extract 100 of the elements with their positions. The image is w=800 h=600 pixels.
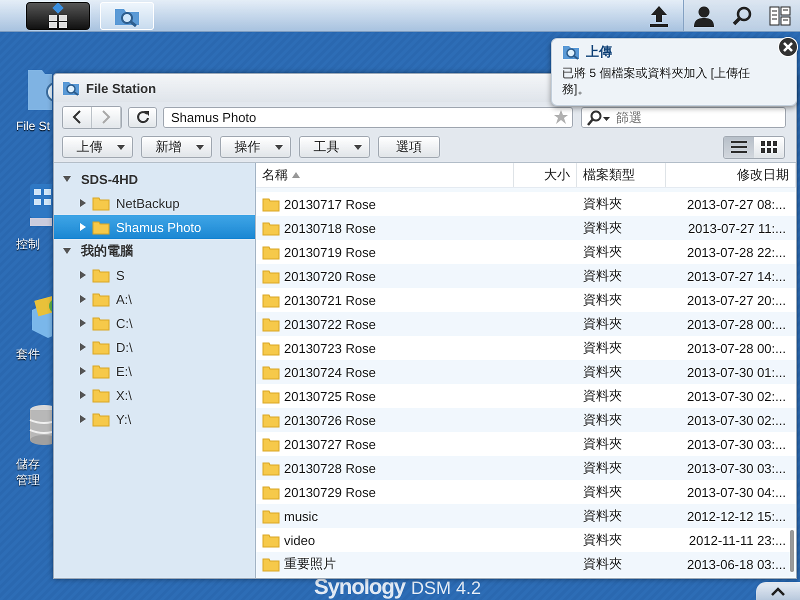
collapsed-arrow-icon[interactable] bbox=[80, 367, 86, 375]
tree-root-item[interactable]: SDS-4HD bbox=[54, 167, 255, 191]
toolbar-button[interactable]: 上傳 bbox=[62, 136, 133, 158]
file-search-icon bbox=[562, 44, 580, 60]
file-type: 資料夾 bbox=[583, 411, 622, 429]
folder-icon bbox=[262, 436, 280, 452]
collapsed-arrow-icon[interactable] bbox=[80, 223, 86, 231]
folder-icon bbox=[262, 460, 280, 476]
expanded-arrow-icon[interactable] bbox=[63, 247, 71, 255]
collapsed-arrow-icon[interactable] bbox=[80, 319, 86, 327]
folder-icon bbox=[92, 316, 110, 330]
collapsed-arrow-icon[interactable] bbox=[80, 415, 86, 423]
modified-date: 2013-07-30 02:... bbox=[686, 412, 786, 428]
collapsed-arrow-icon[interactable] bbox=[80, 343, 86, 351]
tree-folder-item[interactable]: NetBackup bbox=[54, 191, 255, 215]
collapsed-arrow-icon[interactable] bbox=[80, 271, 86, 279]
folder-icon bbox=[92, 364, 110, 378]
grid-view-button[interactable] bbox=[754, 136, 784, 158]
file-station-task-button[interactable] bbox=[100, 2, 154, 30]
toolbar-button[interactable]: 工具 bbox=[299, 136, 370, 158]
folder-icon bbox=[262, 484, 280, 500]
folder-icon bbox=[262, 340, 280, 356]
folder-icon bbox=[262, 292, 280, 308]
folder-icon bbox=[262, 508, 280, 524]
file-row[interactable]: 20130719 Rose 資料夾 2013-07-28 22:... bbox=[256, 240, 796, 264]
desktop-icon-label: 管理 bbox=[16, 472, 40, 488]
toolbar-button[interactable]: 新增 bbox=[141, 136, 212, 158]
file-name: 20130719 Rose bbox=[284, 244, 376, 260]
modified-date: 2013-07-30 01:... bbox=[686, 364, 786, 380]
file-name: 20130725 Rose bbox=[284, 388, 376, 404]
file-name: 20130721 Rose bbox=[284, 292, 376, 308]
star-icon[interactable] bbox=[553, 109, 569, 125]
tree-root-item[interactable]: 我的電腦 bbox=[54, 239, 255, 263]
window-title: File Station bbox=[86, 80, 156, 96]
folder-icon bbox=[262, 244, 280, 260]
modified-date: 2012-11-11 23:... bbox=[688, 532, 786, 548]
file-name: music bbox=[284, 508, 318, 524]
widgets-icon[interactable] bbox=[769, 6, 792, 26]
tree-folder-item[interactable]: E:\ bbox=[54, 359, 255, 383]
toolbar-button[interactable]: 選項 bbox=[378, 136, 440, 158]
list-view-button[interactable] bbox=[724, 136, 754, 158]
file-row[interactable]: 20130721 Rose 資料夾 2013-07-27 20:... bbox=[256, 288, 796, 312]
column-header[interactable]: 修改日期 bbox=[666, 163, 796, 187]
folder-icon bbox=[92, 196, 110, 210]
collapsed-arrow-icon[interactable] bbox=[80, 391, 86, 399]
toolbar-button[interactable]: 操作 bbox=[220, 136, 291, 158]
tree-folder-item[interactable]: A:\ bbox=[54, 287, 255, 311]
refresh-button[interactable] bbox=[128, 106, 157, 128]
file-type: 資料夾 bbox=[583, 459, 622, 477]
search-icon[interactable] bbox=[732, 6, 752, 26]
file-name: 20130718 Rose bbox=[284, 220, 376, 236]
column-header[interactable]: 名稱 bbox=[256, 163, 514, 187]
file-search-icon bbox=[62, 80, 80, 96]
scroll-up-button[interactable] bbox=[756, 582, 800, 600]
grid-icon bbox=[761, 141, 777, 153]
scrollbar-thumb[interactable] bbox=[790, 530, 794, 572]
user-icon[interactable] bbox=[692, 4, 715, 26]
path-field[interactable]: Shamus Photo bbox=[163, 106, 573, 128]
folder-icon bbox=[262, 196, 280, 212]
back-button[interactable] bbox=[63, 106, 92, 128]
brand-logo: Synology bbox=[314, 574, 406, 600]
file-row[interactable]: 20130717 Rose 資料夾 2013-07-27 08:... bbox=[256, 192, 796, 216]
file-type: 資料夾 bbox=[583, 195, 622, 213]
main-menu-button[interactable] bbox=[26, 2, 90, 30]
file-row[interactable]: 20130727 Rose 資料夾 2013-07-30 03:... bbox=[256, 432, 796, 456]
close-icon[interactable] bbox=[778, 37, 798, 57]
modified-date: 2013-07-30 03:... bbox=[686, 436, 786, 452]
file-type: 資料夾 bbox=[583, 483, 622, 501]
folder-icon bbox=[262, 364, 280, 380]
file-row[interactable]: 20130725 Rose 資料夾 2013-07-30 02:... bbox=[256, 384, 796, 408]
file-type: 資料夾 bbox=[583, 555, 622, 573]
folder-icon bbox=[92, 388, 110, 402]
file-row[interactable]: 20130729 Rose 資料夾 2013-07-30 04:... bbox=[256, 480, 796, 504]
notification-title: 上傳 bbox=[586, 43, 612, 61]
expanded-arrow-icon[interactable] bbox=[63, 175, 71, 183]
tree-folder-item[interactable]: Y:\ bbox=[54, 407, 255, 431]
tree-folder-item[interactable]: S bbox=[54, 263, 255, 287]
file-row[interactable]: video 資料夾 2012-11-11 23:... bbox=[256, 528, 796, 552]
file-name: 20130720 Rose bbox=[284, 268, 376, 284]
column-header[interactable]: 大小 bbox=[514, 163, 577, 187]
file-row[interactable]: 20130723 Rose 資料夾 2013-07-28 00:... bbox=[256, 336, 796, 360]
folder-icon bbox=[92, 412, 110, 426]
collapsed-arrow-icon[interactable] bbox=[80, 295, 86, 303]
file-type: 資料夾 bbox=[583, 243, 622, 261]
desktop-icon-label: File St bbox=[16, 118, 50, 134]
tree-folder-item[interactable]: D:\ bbox=[54, 335, 255, 359]
file-type: 資料夾 bbox=[583, 219, 622, 237]
collapsed-arrow-icon[interactable] bbox=[80, 199, 86, 207]
tree-folder-item[interactable]: X:\ bbox=[54, 383, 255, 407]
folder-icon bbox=[262, 316, 280, 332]
file-name: 重要照片 bbox=[284, 555, 336, 573]
filter-field[interactable]: 篩選 bbox=[581, 106, 786, 128]
upload-icon[interactable] bbox=[649, 4, 669, 26]
desktop-icon-label: 套件 bbox=[16, 346, 40, 362]
modified-date: 2013-07-30 03:... bbox=[686, 460, 786, 476]
tree-folder-item[interactable]: C:\ bbox=[54, 311, 255, 335]
modified-date: 2013-07-28 00:... bbox=[686, 340, 786, 356]
column-header[interactable]: 檔案類型 bbox=[577, 163, 666, 187]
modified-date: 2013-07-30 04:... bbox=[686, 484, 786, 500]
search-dropdown-icon[interactable] bbox=[585, 110, 611, 126]
